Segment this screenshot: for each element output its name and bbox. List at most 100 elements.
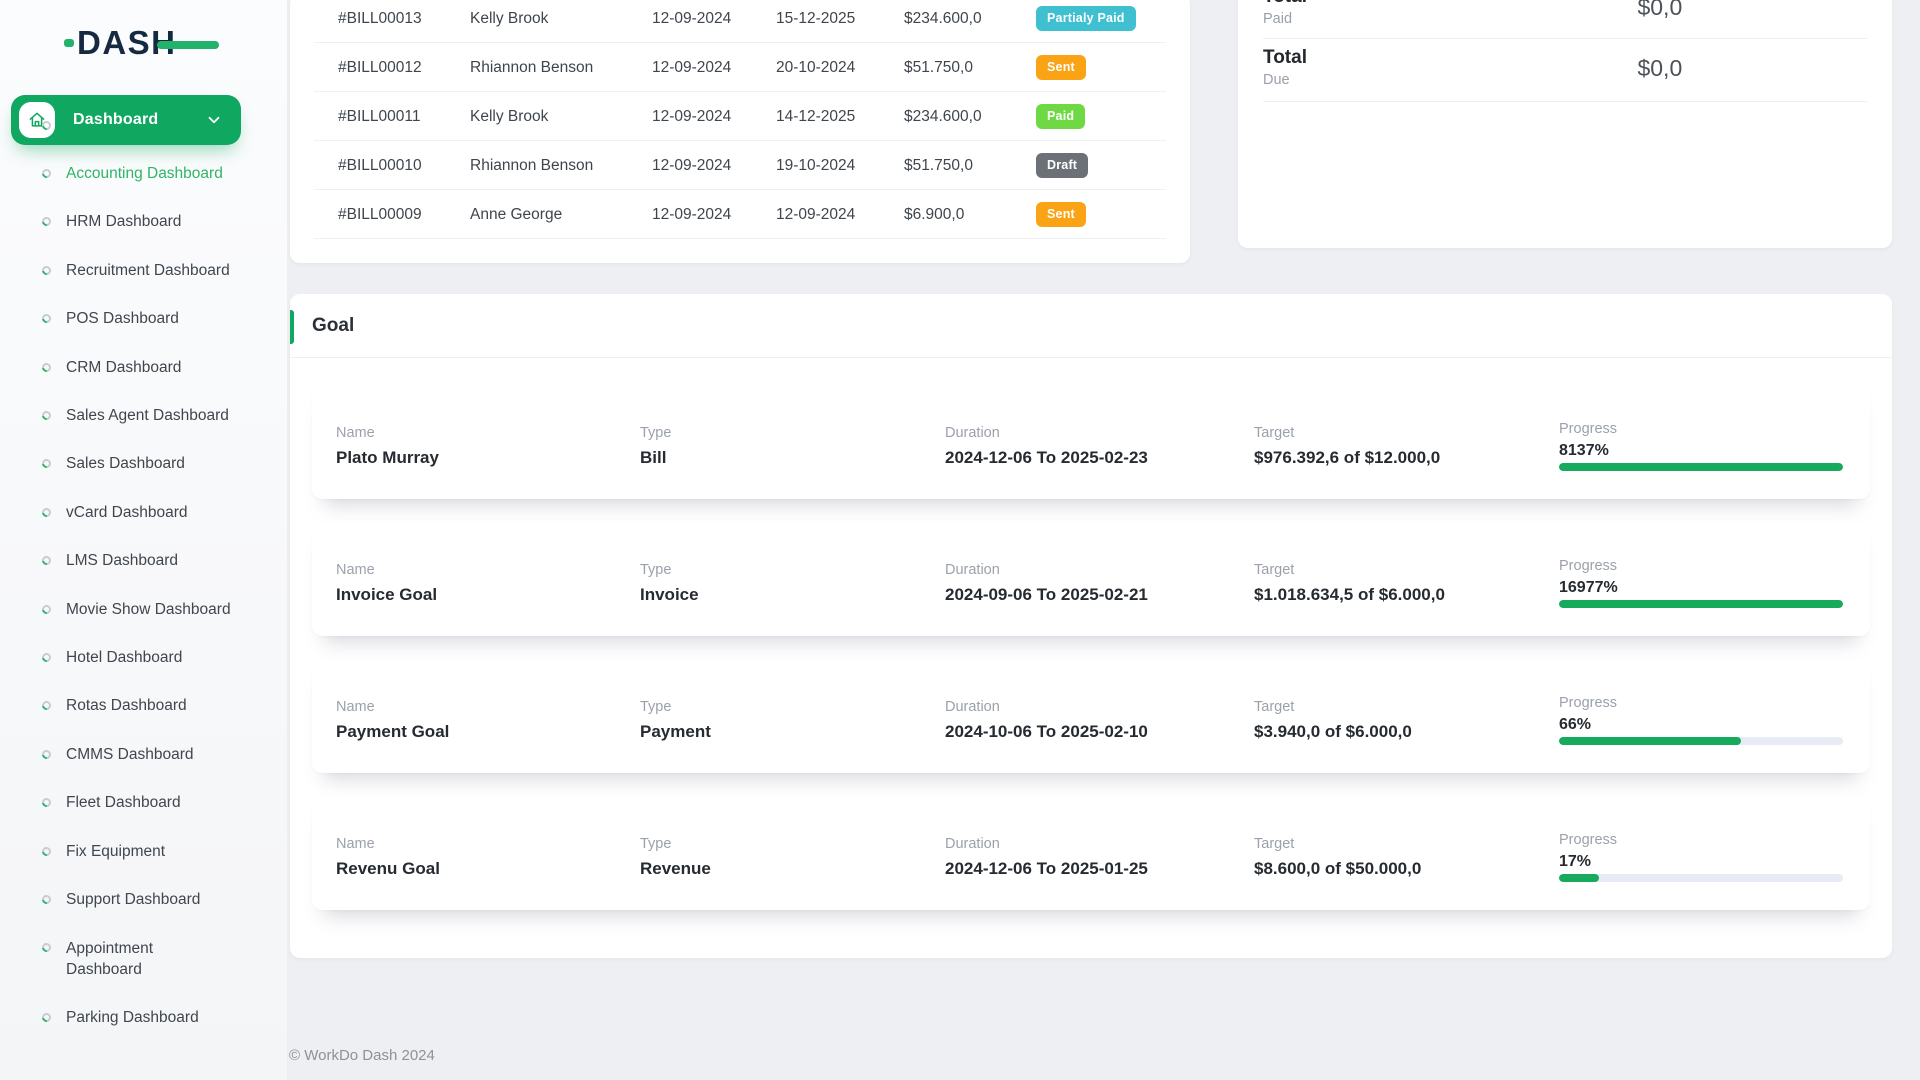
sidebar-item[interactable]: HRM Dashboard [0, 198, 287, 246]
goal-progress-label: Progress [1559, 420, 1846, 438]
bill-issue-date: 12-09-2024 [652, 59, 776, 77]
bill-due-date: 12-09-2024 [776, 206, 904, 224]
sidebar-item-label: Fleet Dashboard [66, 792, 181, 813]
goal-name-cell: Name Revenu Goal [336, 835, 640, 879]
goal-duration-label: Duration [945, 424, 1254, 442]
bill-table-row[interactable]: #BILL00009 Anne George 12-09-2024 12-09-… [290, 190, 1190, 239]
goal-name-label: Name [336, 424, 640, 442]
goal-row: Name Invoice Goal Type Invoice Duration … [312, 523, 1870, 636]
bill-id: #BILL00010 [338, 157, 470, 175]
bill-due-date: 15-12-2025 [776, 10, 904, 28]
sidebar-item-label: Parking Dashboard [66, 1007, 199, 1028]
sidebar-item-label: Accounting Dashboard [66, 163, 223, 184]
progress-bar-track [1559, 600, 1843, 608]
goal-duration-cell: Duration 2024-10-06 To 2025-02-10 [945, 698, 1254, 742]
sidebar-item-label: Rotas Dashboard [66, 695, 187, 716]
progress-bar-track [1559, 463, 1843, 471]
progress-bar-fill [1559, 600, 1843, 608]
sidebar-item[interactable]: Movie Show Dashboard [0, 585, 287, 633]
goal-progress-cell: Progress 17% [1559, 831, 1846, 882]
sidebar-item-label: Support Dashboard [66, 889, 200, 910]
bill-table-row[interactable]: #BILL00011 Kelly Brook 12-09-2024 14-12-… [290, 92, 1190, 141]
circle-bullet-icon [40, 941, 53, 954]
goal-progress-value: 17% [1559, 852, 1846, 871]
bill-issue-date: 12-09-2024 [652, 108, 776, 126]
goal-type-label: Type [640, 698, 945, 716]
dash-logo[interactable]: DASH [0, 0, 287, 95]
sidebar-item[interactable]: LMS Dashboard [0, 537, 287, 585]
chevron-down-icon [205, 111, 223, 129]
bill-amount: $234.600,0 [904, 10, 1036, 28]
goal-type-cell: Type Bill [640, 424, 945, 468]
sidebar-item[interactable]: Fix Equipment [0, 827, 287, 875]
footer-copyright: © WorkDo Dash 2024 [289, 1047, 435, 1064]
sidebar-item[interactable]: Support Dashboard [0, 875, 287, 923]
progress-bar-fill [1559, 463, 1843, 471]
sidebar-item[interactable]: CRM Dashboard [0, 343, 287, 391]
total-subtitle: Paid [1263, 10, 1637, 28]
status-badge: Paid [1036, 104, 1085, 129]
goal-target-label: Target [1254, 561, 1559, 579]
goal-target-cell: Target $3.940,0 of $6.000,0 [1254, 698, 1559, 742]
goal-target-cell: Target $8.600,0 of $50.000,0 [1254, 835, 1559, 879]
goal-duration-label: Duration [945, 698, 1254, 716]
sidebar-item-label: Sales Dashboard [66, 453, 185, 474]
bills-table-card: #BILL00013 Kelly Brook 12-09-2024 15-12-… [290, 0, 1190, 263]
home-icon-box [19, 102, 55, 138]
sidebar-item-label: POS Dashboard [66, 308, 179, 329]
goal-progress-value: 66% [1559, 715, 1846, 734]
goal-duration-label: Duration [945, 835, 1254, 853]
goal-type-cell: Type Payment [640, 698, 945, 742]
sidebar-item[interactable]: Rotas Dashboard [0, 682, 287, 730]
bill-table-row[interactable]: #BILL00010 Rhiannon Benson 12-09-2024 19… [290, 141, 1190, 190]
total-row: Total Paid $0,0 [1263, 0, 1867, 39]
sidebar-item[interactable]: Accounting Dashboard [0, 149, 287, 197]
sidebar-item[interactable]: CMMS Dashboard [0, 730, 287, 778]
progress-bar-track [1559, 874, 1843, 882]
total-subtitle: Due [1263, 71, 1637, 89]
goal-accent-bar [290, 310, 294, 344]
goal-header: Goal [290, 294, 1892, 358]
goal-target-label: Target [1254, 424, 1559, 442]
goal-progress-value: 8137% [1559, 441, 1846, 460]
status-badge: Draft [1036, 153, 1088, 178]
app-root: DASH Dashboard [0, 0, 1920, 1080]
sidebar-item[interactable]: POS Dashboard [0, 295, 287, 343]
goal-target-value: $3.940,0 of $6.000,0 [1254, 721, 1559, 742]
sidebar-item[interactable]: Sales Dashboard [0, 440, 287, 488]
circle-bullet-icon [40, 361, 53, 374]
bill-table-row[interactable]: #BILL00013 Kelly Brook 12-09-2024 15-12-… [290, 0, 1190, 43]
sidebar-item[interactable]: vCard Dashboard [0, 488, 287, 536]
sidebar-item[interactable]: Fleet Dashboard [0, 778, 287, 826]
sidebar-item-label: CMMS Dashboard [66, 744, 194, 765]
status-badge: Sent [1036, 55, 1086, 80]
sidebar-item-label: Recruitment Dashboard [66, 260, 230, 281]
sidebar-item[interactable]: Hotel Dashboard [0, 633, 287, 681]
bill-table-row[interactable]: #BILL00012 Rhiannon Benson 12-09-2024 20… [290, 43, 1190, 92]
goal-row: Name Revenu Goal Type Revenue Duration 2… [312, 797, 1870, 910]
bill-amount: $234.600,0 [904, 108, 1036, 126]
goal-duration-value: 2024-12-06 To 2025-01-25 [945, 858, 1254, 879]
circle-bullet-icon [40, 651, 53, 664]
goal-duration-cell: Duration 2024-12-06 To 2025-01-25 [945, 835, 1254, 879]
sidebar-item[interactable]: Appointment Dashboard [0, 924, 287, 993]
circle-bullet-icon [40, 1011, 53, 1024]
status-badge: Partialy Paid [1036, 6, 1136, 31]
sidebar-item-label: vCard Dashboard [66, 502, 187, 523]
circle-bullet-icon [40, 506, 53, 519]
sidebar-item[interactable]: Sales Agent Dashboard [0, 391, 287, 439]
sidebar-item[interactable]: Recruitment Dashboard [0, 246, 287, 294]
goal-name-value: Payment Goal [336, 721, 640, 742]
goal-target-cell: Target $1.018.634,5 of $6.000,0 [1254, 561, 1559, 605]
bill-customer: Rhiannon Benson [470, 157, 652, 175]
goal-section-title: Goal [312, 315, 354, 337]
goal-type-label: Type [640, 561, 945, 579]
sidebar-item-label: Appointment Dashboard [66, 938, 198, 980]
goal-type-value: Invoice [640, 584, 945, 605]
total-title: Total [1263, 47, 1637, 69]
goal-name-label: Name [336, 561, 640, 579]
bill-id: #BILL00011 [338, 108, 470, 126]
sidebar-item[interactable]: Parking Dashboard [0, 993, 287, 1041]
goal-name-label: Name [336, 698, 640, 716]
sidebar-item-label: Fix Equipment [66, 841, 165, 862]
